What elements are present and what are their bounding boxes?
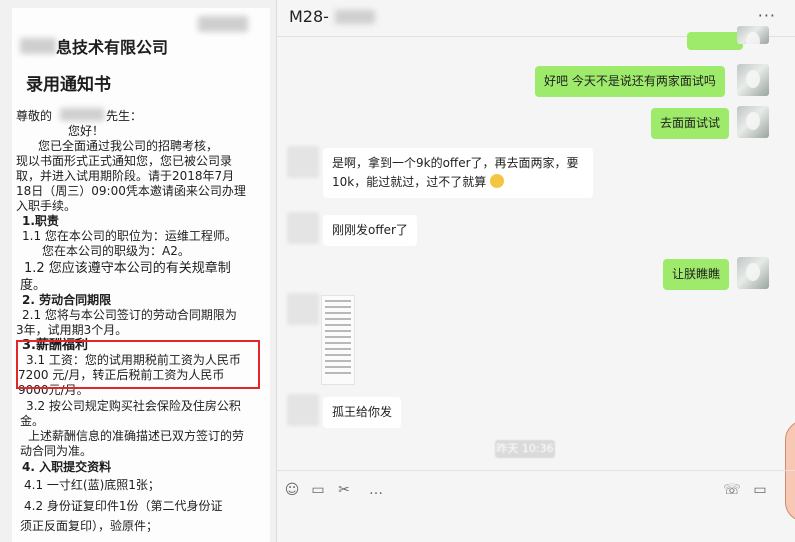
salutation-suffix: 先生：: [106, 109, 143, 123]
letter-paper: 息技术有限公司 录用通知书 尊敬的 先生： 您好！ 您已全面通过我公司的招聘考核…: [12, 8, 270, 542]
message-bubble[interactable]: 刚刚发offer了: [323, 215, 417, 246]
contact-avatar[interactable]: [287, 212, 319, 244]
section-3-3b: 动合同为准。: [20, 444, 93, 458]
scissors-icon[interactable]: ✂: [335, 481, 353, 499]
section-4-2a: 4.2 身份证复印件1份（第二代身份证: [24, 499, 223, 513]
salutation: 尊敬的: [16, 109, 53, 123]
message-text: 是啊，拿到一个9k的offer了，再去面两家，要10k，能过就过，过不了就算: [332, 156, 579, 189]
logo-blur: [198, 16, 248, 32]
folder-icon[interactable]: ▭: [309, 481, 327, 499]
contact-avatar[interactable]: [287, 146, 319, 178]
section-4-title: 4. 入职提交资料: [22, 460, 112, 474]
company-name-blur: [20, 38, 56, 54]
chat-title: M28-: [289, 7, 329, 26]
offer-letter-image: 息技术有限公司 录用通知书 尊敬的 先生： 您好！ 您已全面通过我公司的招聘考核…: [0, 0, 276, 542]
company-name: 息技术有限公司: [56, 38, 169, 57]
section-4-2b: 须正反面复印），验原件；: [20, 519, 159, 533]
section-4-1: 4.1 一寸红(蓝)底照1张；: [24, 478, 160, 492]
my-avatar[interactable]: [737, 257, 769, 289]
emoji-icon: [490, 174, 505, 188]
emoji-icon[interactable]: ☺: [283, 481, 301, 499]
letter-title: 录用通知书: [26, 75, 111, 95]
my-avatar[interactable]: [737, 26, 769, 50]
message-bubble[interactable]: 让朕瞧瞧: [663, 259, 730, 290]
more-options-icon[interactable]: ···: [758, 6, 776, 25]
chat-window: M28- ··· 好吧 今天不是说还有两家面试吗 去面面试试 是啊，拿到一个9k…: [276, 0, 795, 542]
input-toolbar: ☺ ▭ ✂ … ☏ ▭: [277, 470, 795, 509]
video-icon[interactable]: ▭: [751, 481, 769, 499]
phone-icon[interactable]: ☏: [723, 481, 741, 499]
my-avatar[interactable]: [737, 64, 769, 96]
timestamp-badge: 昨天 10:36: [495, 440, 555, 458]
offer-document-thumbnail[interactable]: [321, 295, 355, 385]
chat-history-icon[interactable]: …: [367, 481, 385, 499]
message-bubble[interactable]: 是啊，拿到一个9k的offer了，再去面两家，要10k，能过就过，过不了就算: [323, 148, 593, 198]
message-bubble-partial[interactable]: [687, 32, 743, 50]
message-bubble[interactable]: 好吧 今天不是说还有两家面试吗: [535, 66, 725, 97]
section-1-2a: 1.2 您应该遵守本公司的有关规章制: [24, 261, 231, 276]
contact-avatar[interactable]: [287, 293, 319, 325]
section-3-2a: 3.2 按公司规定购买社会保险及住房公积: [26, 399, 241, 413]
message-bubble[interactable]: 去面面试试: [651, 108, 730, 139]
message-bubble[interactable]: 孤王给你发: [323, 397, 402, 428]
name-blur: [60, 108, 104, 121]
contact-name-blur: [335, 10, 375, 24]
contact-avatar[interactable]: [287, 394, 319, 426]
my-avatar[interactable]: [737, 106, 769, 138]
salary-highlight-box: [16, 340, 260, 389]
